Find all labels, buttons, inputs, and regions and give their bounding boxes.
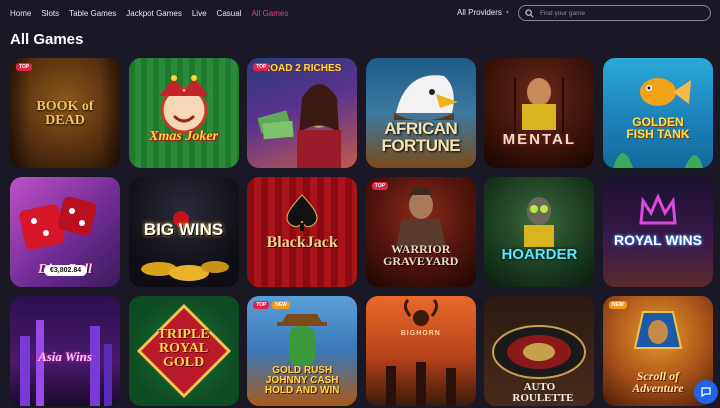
chevron-down-icon: ▾	[505, 10, 509, 16]
chat-icon	[701, 387, 711, 398]
search-icon	[525, 8, 534, 17]
game-title: WARRIOR GRAVEYARD	[383, 242, 459, 268]
game-title: GOLD RUSH JOHNNY CASH HOLD AND WIN	[264, 365, 340, 396]
game-tile-hoarder[interactable]: HOARDER	[484, 177, 595, 287]
game-title: BIG WINS	[143, 220, 224, 239]
game-tile-road-2-riches[interactable]: ROAD 2 RICHES TOP	[247, 58, 358, 168]
joker-face-icon	[158, 75, 209, 134]
game-tile-warrior-graveyard[interactable]: WARRIOR GRAVEYARD TOP	[365, 177, 476, 287]
page-title: All Games	[10, 31, 84, 48]
game-title: BlackJack	[266, 234, 338, 251]
prisoner-icon	[514, 78, 565, 133]
new-badge: NEW	[608, 301, 627, 309]
game-tile-auto-roulette[interactable]: AUTO ROULETTE	[484, 296, 595, 406]
chat-button[interactable]	[694, 380, 718, 404]
top-badge: TOP	[253, 63, 270, 71]
game-tile-golden-fish-tank[interactable]: GOLDEN FISH TANK	[602, 58, 713, 168]
providers-label: All Providers	[457, 8, 502, 17]
new-badge: NEW	[272, 301, 290, 309]
top-badge: TOP	[371, 182, 388, 190]
game-title: GOLDEN FISH TANK	[626, 115, 690, 141]
goldfish-icon	[612, 78, 703, 168]
game-tile-gold-rush-johnny-cash[interactable]: GOLD RUSH JOHNNY CASH HOLD AND WIN TOP N…	[247, 296, 358, 406]
search-box[interactable]	[518, 5, 711, 21]
games-grid: BOOK of DEAD TOP Xmas Joker ROAD 2 RICHE…	[10, 58, 713, 406]
game-title: Xmas Joker	[149, 129, 219, 144]
game-title: TRIPLE ROYAL GOLD	[157, 327, 210, 370]
game-tile-blackjack[interactable]: BlackJack	[247, 177, 358, 287]
game-tile-triple-royal-gold[interactable]: TRIPLE ROYAL GOLD	[128, 296, 239, 406]
game-title: Asia Wins	[38, 349, 92, 364]
nav-jackpot-games[interactable]: Jackpot Games	[126, 9, 182, 18]
game-title: BOOK of DEAD	[36, 99, 94, 128]
top-badge: TOP	[253, 301, 270, 309]
game-tile-book-of-dead[interactable]: BOOK of DEAD TOP	[10, 58, 120, 168]
game-title: HOARDER	[501, 246, 578, 263]
nav-home[interactable]: Home	[10, 9, 31, 18]
jackpot-amount: €3,802.84	[44, 265, 88, 276]
game-tile-big-wins[interactable]: BIG WINS	[128, 177, 239, 287]
spade-icon	[286, 194, 318, 231]
search-input[interactable]	[540, 9, 700, 17]
game-tile-asia-wins[interactable]: Asia Wins	[10, 296, 120, 406]
nav-links: Home Slots Table Games Jackpot Games Liv…	[10, 9, 288, 18]
game-tile-bighorn[interactable]: BIGHORN	[365, 296, 476, 406]
nav-all-games[interactable]: All Games	[251, 9, 288, 18]
game-title: AUTO ROULETTE	[512, 381, 574, 404]
gasmask-figure-icon	[524, 197, 555, 247]
nav-table-games[interactable]: Table Games	[69, 9, 116, 18]
woman-figure-icon	[257, 84, 342, 168]
warrior-icon	[395, 187, 446, 247]
nav-casual[interactable]: Casual	[217, 9, 242, 18]
game-title: BIGHORN	[400, 330, 441, 337]
ram-head-icon	[385, 298, 456, 406]
nav-slots[interactable]: Slots	[41, 9, 59, 18]
game-tile-xmas-joker[interactable]: Xmas Joker	[128, 58, 239, 168]
game-tile-african-fortune[interactable]: AFRICAN FORTUNE	[365, 58, 476, 168]
game-tile-mental[interactable]: MENTAL	[484, 58, 595, 168]
top-badge: TOP	[16, 63, 33, 71]
game-title: MENTAL	[502, 131, 577, 148]
game-tile-dice-roll[interactable]: Dice Roll €3,802.84	[10, 177, 120, 287]
game-title: AFRICAN FORTUNE	[381, 119, 461, 155]
nav-live[interactable]: Live	[192, 9, 207, 18]
providers-dropdown[interactable]: All Providers ▾	[457, 8, 509, 17]
game-tile-royal-wins[interactable]: ROYAL WINS	[602, 177, 713, 287]
game-title: ROYAL WINS	[614, 232, 702, 248]
